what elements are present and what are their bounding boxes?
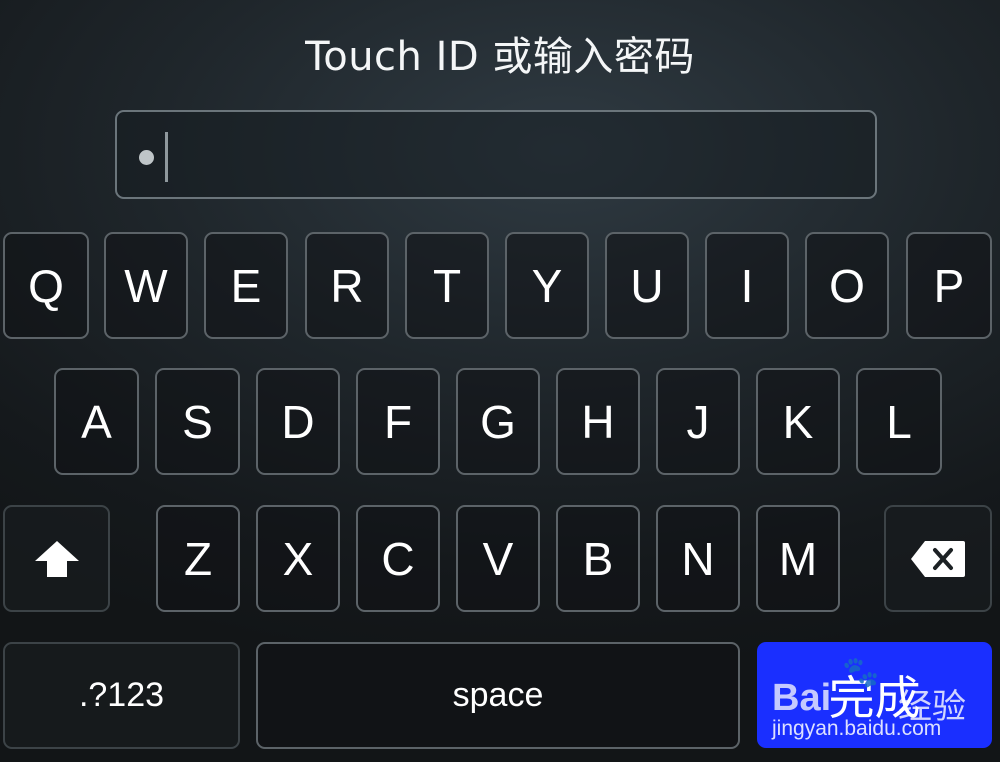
key-z[interactable]: Z <box>156 505 240 612</box>
key-s[interactable]: S <box>155 368 240 475</box>
key-y[interactable]: Y <box>505 232 589 339</box>
space-key[interactable]: space <box>256 642 740 749</box>
masked-character-dot <box>139 150 154 165</box>
key-k[interactable]: K <box>756 368 840 475</box>
key-a[interactable]: A <box>54 368 139 475</box>
key-v[interactable]: V <box>456 505 540 612</box>
shift-key[interactable] <box>3 505 110 612</box>
key-h[interactable]: H <box>556 368 640 475</box>
key-t[interactable]: T <box>405 232 489 339</box>
key-c[interactable]: C <box>356 505 440 612</box>
key-p[interactable]: P <box>906 232 992 339</box>
key-w[interactable]: W <box>104 232 188 339</box>
key-b[interactable]: B <box>556 505 640 612</box>
go-key[interactable]: 完成 <box>757 642 992 748</box>
key-d[interactable]: D <box>256 368 340 475</box>
key-m[interactable]: M <box>756 505 840 612</box>
text-caret <box>165 132 168 182</box>
numbers-key[interactable]: .?123 <box>3 642 240 749</box>
backspace-icon <box>911 540 965 577</box>
key-o[interactable]: O <box>805 232 889 339</box>
key-u[interactable]: U <box>605 232 689 339</box>
key-e[interactable]: E <box>204 232 288 339</box>
key-g[interactable]: G <box>456 368 540 475</box>
prompt-title: Touch ID 或输入密码 <box>305 34 695 80</box>
key-r[interactable]: R <box>305 232 389 339</box>
key-n[interactable]: N <box>656 505 740 612</box>
key-i[interactable]: I <box>705 232 789 339</box>
key-x[interactable]: X <box>256 505 340 612</box>
shift-arrow-icon <box>34 540 79 577</box>
key-q[interactable]: Q <box>3 232 89 339</box>
key-j[interactable]: J <box>656 368 740 475</box>
password-field[interactable] <box>115 110 877 199</box>
key-l[interactable]: L <box>856 368 942 475</box>
key-f[interactable]: F <box>356 368 440 475</box>
backspace-key[interactable] <box>884 505 992 612</box>
